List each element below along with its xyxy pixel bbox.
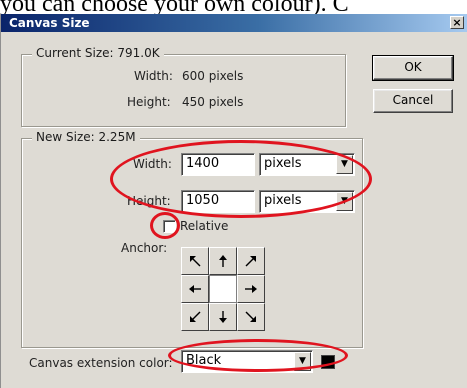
current-height-value: 450 pixels bbox=[182, 95, 244, 109]
width-input[interactable]: 1400 bbox=[181, 153, 255, 176]
relative-checkbox[interactable] bbox=[163, 220, 176, 233]
anchor-bottom[interactable] bbox=[209, 303, 237, 331]
anchor-label: Anchor: bbox=[121, 241, 168, 255]
extension-color-label: Canvas extension color: bbox=[29, 356, 173, 370]
new-size-title: New Size: 2.25M bbox=[32, 130, 140, 144]
anchor-top-left[interactable] bbox=[181, 247, 209, 275]
anchor-bottom-left[interactable] bbox=[181, 303, 209, 331]
anchor-top-right[interactable] bbox=[237, 247, 265, 275]
anchor-right[interactable] bbox=[237, 275, 265, 303]
height-unit-select[interactable]: pixels ▼ bbox=[259, 190, 355, 213]
new-height-label: Height: bbox=[127, 194, 171, 208]
close-button[interactable]: × bbox=[450, 16, 464, 29]
arrow-e-icon bbox=[245, 285, 257, 293]
chevron-down-icon[interactable]: ▼ bbox=[294, 352, 311, 371]
ok-button[interactable]: OK bbox=[372, 55, 454, 81]
width-unit-value: pixels bbox=[264, 156, 302, 171]
anchor-center[interactable] bbox=[209, 275, 237, 303]
arrow-nw-icon bbox=[190, 256, 201, 267]
width-unit-select[interactable]: pixels ▼ bbox=[259, 153, 355, 176]
height-unit-value: pixels bbox=[264, 193, 302, 208]
anchor-left[interactable] bbox=[181, 275, 209, 303]
dialog-title: Canvas Size bbox=[9, 16, 90, 30]
height-input[interactable]: 1050 bbox=[181, 190, 255, 213]
arrow-se-icon bbox=[245, 311, 256, 322]
chevron-down-icon[interactable]: ▼ bbox=[336, 192, 353, 211]
anchor-bottom-right[interactable] bbox=[237, 303, 265, 331]
current-height-label: Height: bbox=[127, 95, 171, 109]
dialog-titlebar[interactable]: Canvas Size × bbox=[1, 14, 467, 32]
arrow-s-icon bbox=[219, 311, 227, 323]
arrow-w-icon bbox=[189, 285, 201, 293]
relative-label[interactable]: Relative bbox=[180, 219, 228, 233]
extension-color-swatch[interactable] bbox=[321, 355, 335, 369]
current-size-group: Current Size: 791.0K bbox=[21, 46, 346, 127]
anchor-grid bbox=[181, 247, 265, 331]
canvas-size-dialog: Canvas Size × Current Size: 791.0K Width… bbox=[0, 14, 467, 388]
chevron-down-icon[interactable]: ▼ bbox=[336, 155, 353, 174]
current-width-label: Width: bbox=[134, 69, 173, 83]
arrow-sw-icon bbox=[190, 311, 201, 322]
extension-color-select[interactable]: Black ▼ bbox=[181, 350, 313, 373]
anchor-top[interactable] bbox=[209, 247, 237, 275]
current-width-value: 600 pixels bbox=[182, 69, 244, 83]
extension-color-value: Black bbox=[186, 353, 222, 368]
arrow-n-icon bbox=[219, 255, 227, 267]
cancel-button[interactable]: Cancel bbox=[373, 89, 453, 113]
arrow-ne-icon bbox=[245, 256, 256, 267]
current-size-title: Current Size: 791.0K bbox=[32, 46, 164, 60]
new-width-label: Width: bbox=[133, 157, 172, 171]
